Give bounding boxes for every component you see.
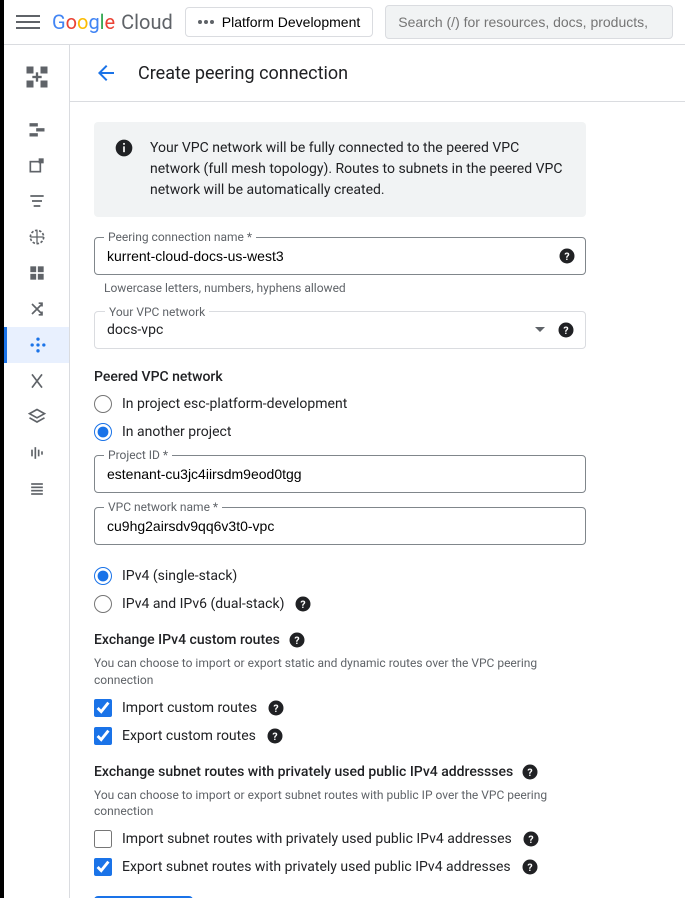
sidebar-item-10[interactable] — [4, 435, 69, 471]
sidebar-item-5[interactable] — [4, 255, 69, 291]
radio-in-project-label[interactable]: In project esc-platform-development — [122, 396, 347, 412]
exchange-subnet-desc: You can choose to import or export subne… — [94, 787, 586, 821]
vpc-network-label: Your VPC network — [105, 305, 209, 319]
exchange-routes-desc: You can choose to import or export stati… — [94, 655, 586, 689]
radio-another-project-label[interactable]: In another project — [122, 424, 231, 440]
back-arrow-icon[interactable] — [94, 61, 118, 85]
project-dots-icon — [198, 20, 214, 24]
sidebar-item-8[interactable] — [4, 363, 69, 399]
info-box: Your VPC network will be fully connected… — [94, 122, 586, 217]
chevron-down-icon — [535, 327, 545, 333]
radio-another-project[interactable] — [94, 423, 112, 441]
svg-text:?: ? — [301, 598, 306, 611]
help-icon[interactable]: ? — [294, 595, 312, 613]
google-cloud-logo[interactable]: Google Cloud — [52, 10, 173, 34]
sidebar-item-3[interactable] — [4, 183, 69, 219]
svg-text:?: ? — [528, 833, 533, 846]
help-icon[interactable]: ? — [266, 727, 284, 745]
help-icon[interactable]: ? — [522, 830, 540, 848]
search-input[interactable] — [385, 5, 673, 39]
sidebar-item-1[interactable] — [4, 111, 69, 147]
help-icon[interactable]: ? — [521, 763, 539, 781]
vpc-product-icon — [23, 63, 51, 91]
help-icon[interactable]: ? — [557, 321, 575, 339]
peering-name-helper: Lowercase letters, numbers, hyphens allo… — [104, 281, 586, 295]
svg-text:?: ? — [563, 324, 568, 337]
vpc-name-label: VPC network name * — [104, 500, 222, 514]
help-icon[interactable]: ? — [267, 699, 285, 717]
import-routes-label[interactable]: Import custom routes — [122, 700, 257, 716]
vpc-network-value: docs-vpc — [107, 322, 573, 338]
exchange-subnet-title: Exchange subnet routes with privately us… — [94, 764, 513, 780]
svg-text:?: ? — [564, 250, 569, 263]
project-id-label: Project ID * — [104, 448, 172, 462]
sidebar-item-peering[interactable] — [4, 327, 69, 363]
svg-text:?: ? — [528, 765, 533, 778]
vpc-network-select[interactable]: Your VPC network docs-vpc ? — [94, 311, 586, 349]
radio-dual-stack-label[interactable]: IPv4 and IPv6 (dual-stack) — [122, 596, 284, 612]
page-title: Create peering connection — [138, 63, 348, 84]
radio-in-project[interactable] — [94, 395, 112, 413]
radio-ipv4[interactable] — [94, 567, 112, 585]
help-icon[interactable]: ? — [558, 247, 576, 265]
peering-name-label: Peering connection name * — [104, 230, 256, 244]
sidebar-item-4[interactable] — [4, 219, 69, 255]
svg-text:?: ? — [272, 729, 277, 742]
checkbox-import-subnet[interactable] — [94, 830, 112, 848]
project-selector[interactable]: Platform Development — [185, 7, 374, 37]
sidebar-item-11[interactable] — [4, 471, 69, 507]
project-name: Platform Development — [222, 14, 361, 30]
help-icon[interactable]: ? — [288, 631, 306, 649]
logo-cloud-text: Cloud — [121, 10, 173, 34]
sidebar-item-2[interactable] — [4, 147, 69, 183]
checkbox-export-routes[interactable] — [94, 727, 112, 745]
radio-ipv4-label[interactable]: IPv4 (single-stack) — [122, 568, 237, 584]
help-icon[interactable]: ? — [521, 858, 539, 876]
radio-dual-stack[interactable] — [94, 595, 112, 613]
info-text: Your VPC network will be fully connected… — [150, 138, 566, 201]
svg-text:?: ? — [527, 861, 532, 874]
sidebar-item-6[interactable] — [4, 291, 69, 327]
export-routes-label[interactable]: Export custom routes — [122, 728, 256, 744]
info-icon — [114, 138, 134, 158]
sidebar-item-9[interactable] — [4, 399, 69, 435]
svg-text:?: ? — [273, 701, 278, 714]
checkbox-export-subnet[interactable] — [94, 858, 112, 876]
svg-text:?: ? — [294, 634, 299, 647]
sidebar — [4, 45, 70, 898]
checkbox-import-routes[interactable] — [94, 699, 112, 717]
menu-icon[interactable] — [16, 10, 40, 34]
import-subnet-label[interactable]: Import subnet routes with privately used… — [122, 831, 512, 847]
exchange-routes-title: Exchange IPv4 custom routes — [94, 632, 280, 648]
peered-vpc-section-title: Peered VPC network — [94, 369, 586, 385]
export-subnet-label[interactable]: Export subnet routes with privately used… — [122, 859, 511, 875]
